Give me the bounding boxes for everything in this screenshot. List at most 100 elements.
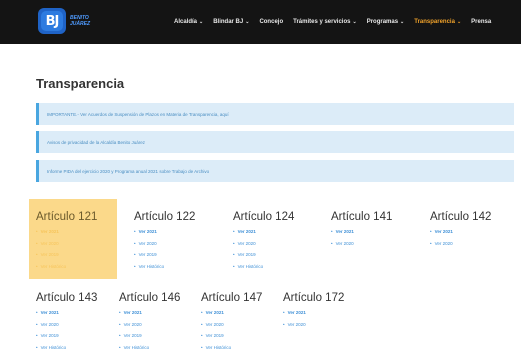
bullet-icon: • [119,321,121,327]
bullet-icon: • [36,229,38,234]
article-link[interactable]: • Ver 2020 [430,238,491,250]
logo-wordmark: BENITO JUÁREZ [70,15,90,27]
article-link[interactable]: • Ver 2020 [36,319,97,331]
article-card: Artículo 146 • Ver 2021 • Ver 2020 • Ver 2019 •… [119,292,180,353]
article-card: Artículo 147 • Ver 2021 • Ver 2020 • Ver 2019 •… [201,292,262,353]
article-link[interactable]: • Ver 2021 [36,307,97,319]
nav-item-1[interactable]: Alcaldía ⌄ [174,19,203,25]
bullet-icon: • [36,321,38,327]
article-link[interactable]: • Ver 2021 [134,226,195,238]
nav-item-4[interactable]: Trámites y servicios ⌄ [293,19,357,25]
article-links: • Ver 2021 • Ver 2020 • Ver 2019 • Ver Históric… [119,307,180,353]
article-link[interactable]: • Ver 2021 [283,307,344,319]
chevron-down-icon: ⌄ [456,19,462,25]
article-link[interactable]: • Ver Histórico [119,342,180,354]
nav-item-label: Prensa [471,19,492,25]
bullet-icon: • [201,333,203,338]
article-link[interactable]: • Ver 2020 [36,238,117,250]
article-link-label: Ver 2021 [123,310,142,315]
article-link-label: Ver 2021 [237,229,256,234]
bullet-icon: • [119,333,121,338]
notice-avisos-privacidad[interactable]: Avisos de privacidad de la Alcaldía Beni… [36,131,514,153]
article-link[interactable]: • Ver 2021 [233,226,294,238]
article-title: Artículo 143 [36,292,98,304]
article-link[interactable]: • Ver Histórico [233,261,294,273]
article-link[interactable]: • Ver 2020 [331,238,392,250]
bullet-icon: • [283,310,285,315]
article-title: Artículo 141 [331,211,393,223]
bullet-icon: • [36,310,38,315]
chevron-down-icon: ⌄ [352,19,357,25]
article-link[interactable]: • Ver Histórico [201,342,262,354]
article-link[interactable]: • Ver 2020 [134,238,195,250]
article-title: Artículo 122 [134,211,196,223]
article-link-label: Ver 2021 [335,229,354,234]
article-link[interactable]: • Ver 2020 [283,319,344,331]
nav-item-3[interactable]: Concejo [259,19,283,25]
article-title: Artículo 147 [201,292,263,304]
article-link[interactable]: • Ver 2019 [201,330,262,342]
nav-item-5[interactable]: Programas ⌄ [367,19,405,25]
nav-item-2[interactable]: Blindar BJ ⌄ [213,19,249,25]
chevron-down-icon: ⌄ [245,19,250,25]
article-link[interactable]: • Ver 2021 [36,226,117,238]
bullet-icon: • [134,240,136,246]
page-title: Transparencia [36,76,125,91]
bullet-icon: • [36,240,38,246]
article-link[interactable]: • Ver 2021 [331,226,392,238]
bullet-icon: • [134,263,136,269]
article-card: Artículo 121 • Ver 2021 • Ver 2020 • Ver 2019 •… [29,199,117,279]
article-links: • Ver 2021 • Ver 2020 • Ver 2019 • Ver Históric… [201,307,262,353]
article-link[interactable]: • Ver 2019 [134,249,195,261]
article-title: Artículo 146 [119,292,181,304]
article-link-label: Ver 2021 [205,310,224,315]
article-link[interactable]: • Ver Histórico [36,342,97,354]
article-link-label: Ver 2020 [40,321,59,327]
notice-suspension-plazos[interactable]: IMPORTANTE.- Ver Acuerdos de Suspensión … [36,103,514,125]
bullet-icon: • [36,333,38,338]
article-link[interactable]: • Ver 2019 [233,249,294,261]
article-link[interactable]: • Ver 2019 [36,330,97,342]
article-link-label: Ver 2020 [205,321,224,327]
article-link[interactable]: • Ver 2019 [36,249,117,261]
bullet-icon: • [233,240,235,246]
article-link[interactable]: • Ver Histórico [134,261,195,273]
notice-informe-pida[interactable]: Informe PIDA del ejercicio 2020 y Progra… [36,160,514,182]
chevron-down-icon: ⌄ [199,19,204,25]
article-link[interactable]: • Ver Histórico [36,261,117,273]
article-links: • Ver 2021 • Ver 2020 [430,226,491,249]
notice-text: Avisos de privacidad de la Alcaldía Beni… [47,139,145,145]
nav-item-label: Transparencia [414,19,455,25]
nav-item-label: Concejo [259,19,284,25]
site-logo[interactable]: BJ BENITO JUÁREZ [38,8,90,34]
article-link[interactable]: • Ver 2021 [119,307,180,319]
article-link-label: Ver 2021 [287,310,306,315]
article-link[interactable]: • Ver 2021 [430,226,491,238]
article-link-label: Ver 2019 [40,333,59,338]
article-link-label: Ver 2019 [123,333,142,338]
article-link[interactable]: • Ver 2019 [119,330,180,342]
nav-item-6[interactable]: Transparencia ⌄ [414,19,461,25]
article-link[interactable]: • Ver 2020 [233,238,294,250]
article-links: • Ver 2021 • Ver 2020 [283,307,344,330]
bullet-icon: • [36,263,38,269]
bullet-icon: • [36,252,38,257]
article-card: Artículo 122 • Ver 2021 • Ver 2020 • Ver 2019 •… [134,211,195,272]
nav-item-label: Programas [366,19,399,25]
article-link[interactable]: • Ver 2020 [201,319,262,331]
article-link-label: Ver 2020 [40,240,59,246]
bullet-icon: • [201,321,203,327]
nav-item-label: Trámites y servicios [293,19,351,25]
article-link-label: Ver 2020 [123,321,142,327]
article-link-label: Ver 2019 [205,333,224,338]
article-link[interactable]: • Ver 2021 [201,307,262,319]
article-title: Artículo 142 [430,211,492,223]
article-title: Artículo 121 [36,211,98,223]
notice-text: IMPORTANTE.- Ver Acuerdos de Suspensión … [47,111,229,117]
main-menu: Alcaldía ⌄ Blindar BJ ⌄ Concejo Trámites y se… [174,0,491,44]
article-card: Artículo 143 • Ver 2021 • Ver 2020 • Ver 2019 •… [36,292,97,353]
article-link-label: Ver 2021 [434,229,453,234]
article-link-label: Ver 2021 [40,310,59,315]
article-link[interactable]: • Ver 2020 [119,319,180,331]
nav-item-7[interactable]: Prensa [471,19,491,25]
